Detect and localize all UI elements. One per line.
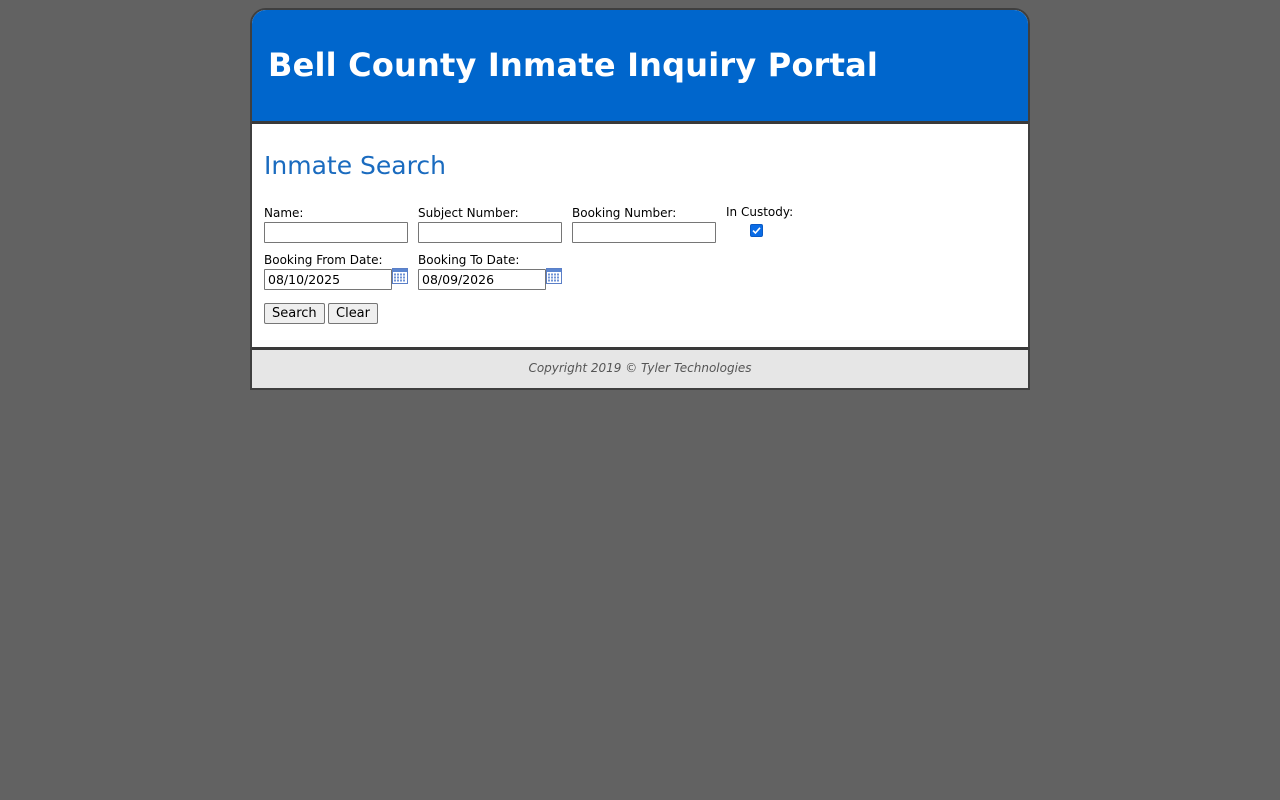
booking-number-label: Booking Number: (572, 206, 677, 220)
booking-from-date-label: Booking From Date: (264, 253, 383, 267)
booking-number-input[interactable] (572, 222, 716, 243)
page-title: Inmate Search (264, 151, 446, 180)
booking-to-date-input[interactable] (418, 269, 546, 290)
in-custody-checkbox[interactable] (750, 224, 763, 237)
footer: Copyright 2019 © Tyler Technologies (252, 350, 1028, 388)
calendar-icon[interactable] (546, 268, 562, 284)
name-input[interactable] (264, 222, 408, 243)
clear-button[interactable]: Clear (328, 303, 378, 324)
subject-number-label: Subject Number: (418, 206, 519, 220)
checkmark-icon (752, 227, 761, 235)
name-label: Name: (264, 206, 304, 220)
header: Bell County Inmate Inquiry Portal (252, 10, 1028, 124)
search-button[interactable]: Search (264, 303, 325, 324)
copyright-text: Copyright 2019 © Tyler Technologies (528, 361, 752, 375)
booking-to-date-label: Booking To Date: (418, 253, 520, 267)
booking-from-date-input[interactable] (264, 269, 392, 290)
calendar-icon[interactable] (392, 268, 408, 284)
search-panel: Inmate Search Name: Subject Number: Book… (252, 124, 1028, 350)
portal-title: Bell County Inmate Inquiry Portal (268, 46, 879, 84)
portal-container: Bell County Inmate Inquiry Portal Inmate… (250, 8, 1030, 390)
subject-number-input[interactable] (418, 222, 562, 243)
in-custody-label: In Custody: (726, 205, 794, 219)
